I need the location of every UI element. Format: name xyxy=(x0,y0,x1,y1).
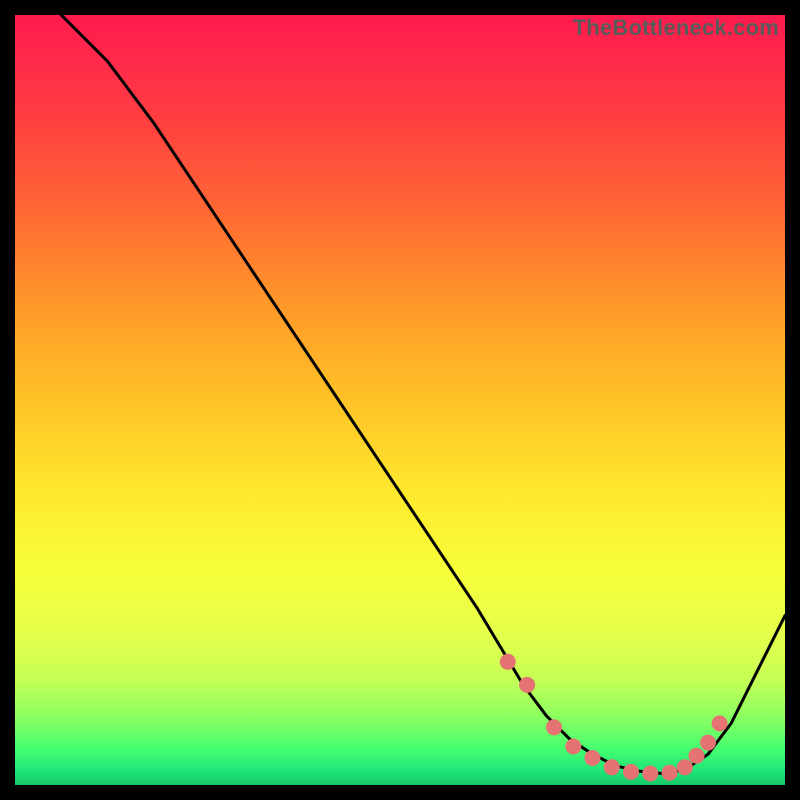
highlight-marker xyxy=(712,715,728,731)
highlight-marker xyxy=(662,765,678,781)
highlight-marker xyxy=(500,654,516,670)
chart-stage: TheBottleneck.com xyxy=(0,0,800,800)
highlight-marker xyxy=(546,719,562,735)
highlight-marker xyxy=(677,759,693,775)
highlight-marker xyxy=(604,759,620,775)
bottleneck-curve xyxy=(61,15,785,774)
highlight-marker xyxy=(689,748,705,764)
highlight-marker xyxy=(565,739,581,755)
highlight-marker xyxy=(642,766,658,782)
highlight-marker xyxy=(700,735,716,751)
highlight-markers xyxy=(500,654,728,782)
plot-area: TheBottleneck.com xyxy=(15,15,785,785)
chart-overlay xyxy=(15,15,785,785)
highlight-marker xyxy=(519,677,535,693)
highlight-marker xyxy=(623,764,639,780)
highlight-marker xyxy=(585,750,601,766)
